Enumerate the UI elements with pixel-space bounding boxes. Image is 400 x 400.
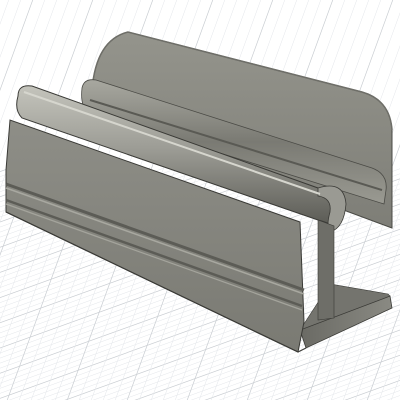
cad-viewport[interactable] [0,0,400,400]
front-inner-post [317,219,335,321]
grid-line [0,0,4,400]
viewport-canvas[interactable] [0,0,400,400]
